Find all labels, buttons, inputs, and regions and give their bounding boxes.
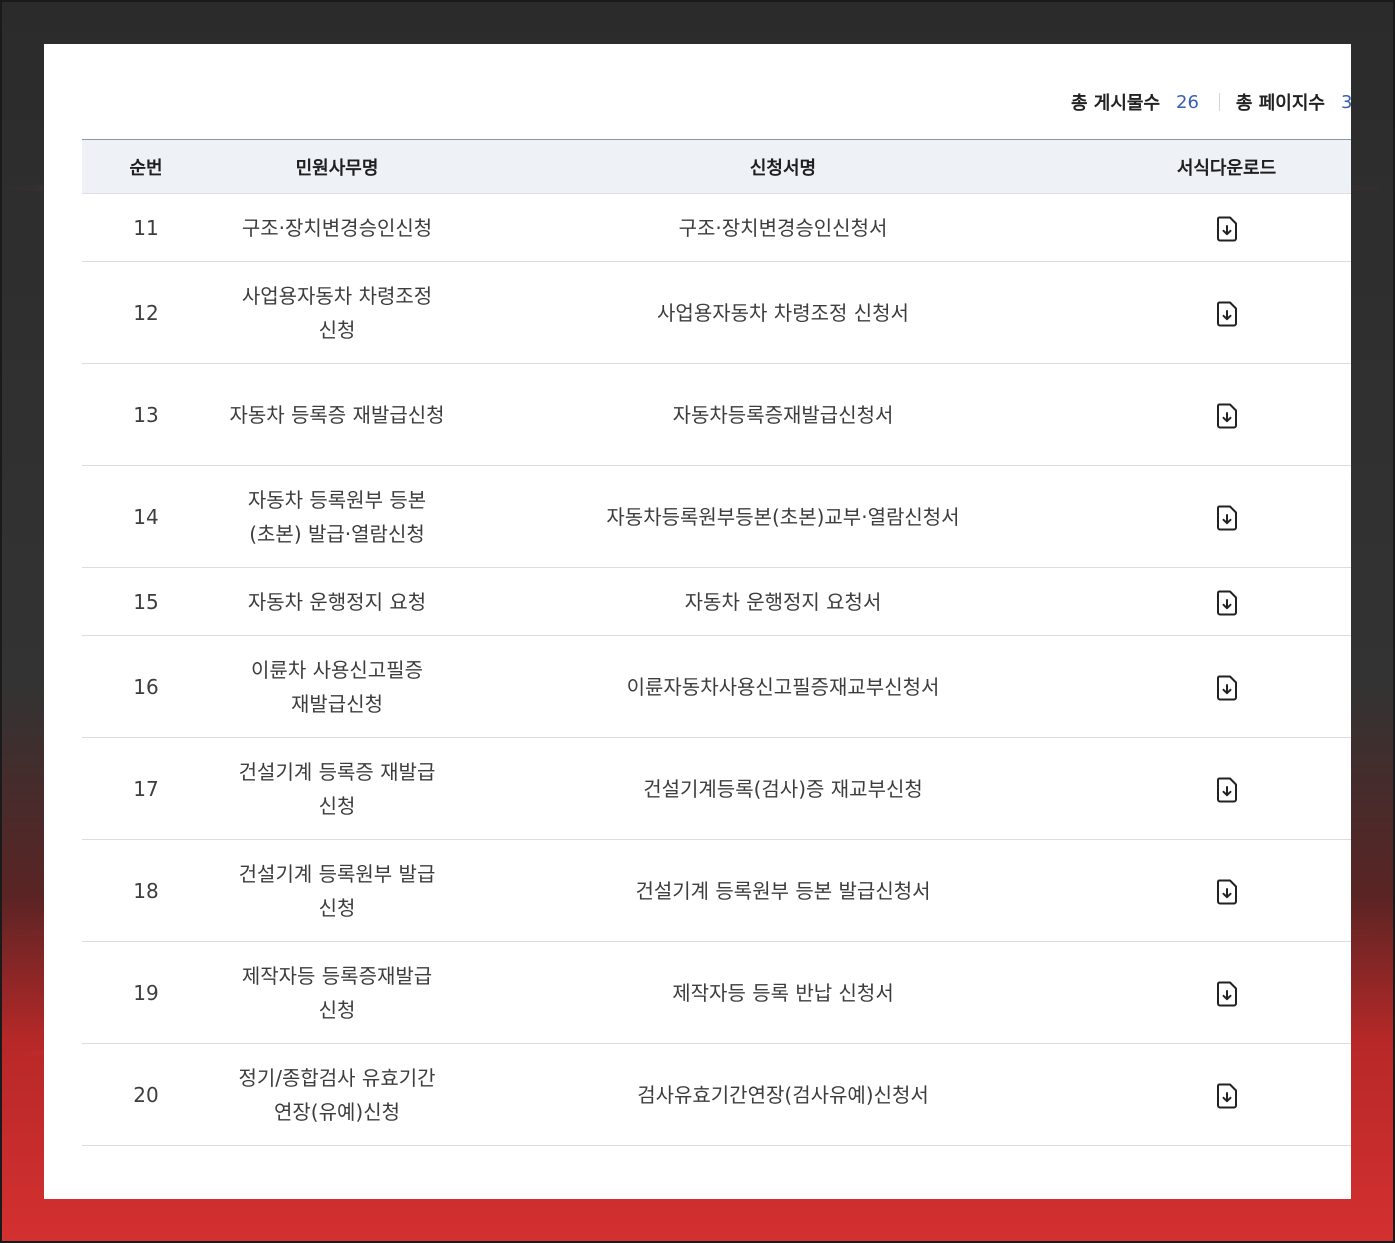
row-number: 20: [82, 1043, 210, 1146]
row-service-name: 건설기계 등록증 재발급 신청: [238, 759, 436, 818]
row-form-name: 건설기계 등록원부 등본 발급신청서: [464, 839, 1102, 942]
row-download-cell: [1102, 635, 1351, 738]
row-service-name: 자동차 운행정지 요청: [247, 589, 427, 614]
table-row: 13 자동차 등록증 재발급신청 자동차등록증재발급신청서: [82, 363, 1351, 466]
row-download-cell: [1102, 363, 1351, 466]
total-pages-label: 총 페이지수: [1235, 93, 1325, 114]
file-download-icon[interactable]: [1216, 879, 1238, 905]
table-row: 20 정기/종합검사 유효기간 연장(유예)신청 검사유효기간연장(검사유예)신청서: [82, 1043, 1351, 1146]
table-row: 14 자동차 등록원부 등본 (초본) 발급·열람신청 자동차등록원부등본(초본)교…: [82, 465, 1351, 568]
row-service-name-cell: 건설기계 등록원부 발급 신청: [210, 839, 464, 942]
header-number: 순번: [82, 139, 210, 194]
row-service-name: 사업용자동차 차령조정 신청: [241, 283, 433, 342]
row-download-cell: [1102, 567, 1351, 636]
content-panel: 총 게시물수 26 총 페이지수 3 순번 민원사무명 신청서명 서식다운로드 …: [44, 44, 1351, 1199]
row-service-name-cell: 건설기계 등록증 재발급 신청: [210, 737, 464, 840]
row-number: 19: [82, 941, 210, 1044]
row-service-name-cell: 자동차 운행정지 요청: [210, 567, 464, 636]
row-number: 17: [82, 737, 210, 840]
table-row: 15 자동차 운행정지 요청 자동차 운행정지 요청서: [82, 567, 1351, 636]
header-form-name: 신청서명: [464, 139, 1102, 194]
row-service-name: 구조·장치변경승인신청: [241, 215, 433, 240]
row-download-cell: [1102, 737, 1351, 840]
file-download-icon[interactable]: [1216, 981, 1238, 1007]
row-service-name: 건설기계 등록원부 발급 신청: [238, 861, 436, 920]
row-service-name: 제작자등 등록증재발급 신청: [241, 963, 433, 1022]
file-download-icon[interactable]: [1216, 590, 1238, 616]
row-service-name: 자동차 등록증 재발급신청: [229, 402, 445, 427]
row-number: 16: [82, 635, 210, 738]
file-download-icon[interactable]: [1216, 216, 1238, 242]
row-number: 14: [82, 465, 210, 568]
row-download-cell: [1102, 261, 1351, 364]
form-list-table: 순번 민원사무명 신청서명 서식다운로드 11 구조·장치변경승인신청 구조·장치변…: [82, 139, 1351, 1146]
table-row: 12 사업용자동차 차령조정 신청 사업용자동차 차령조정 신청서: [82, 261, 1351, 364]
row-service-name-cell: 제작자등 등록증재발급 신청: [210, 941, 464, 1044]
file-download-icon[interactable]: [1216, 1083, 1238, 1109]
row-download-cell: [1102, 941, 1351, 1044]
row-form-name: 자동차 운행정지 요청서: [464, 567, 1102, 636]
row-service-name-cell: 이륜차 사용신고필증 재발급신청: [210, 635, 464, 738]
row-form-name: 구조·장치변경승인신청서: [464, 193, 1102, 262]
file-download-icon[interactable]: [1216, 675, 1238, 701]
row-download-cell: [1102, 193, 1351, 262]
row-form-name: 검사유효기간연장(검사유예)신청서: [464, 1043, 1102, 1146]
row-form-name: 자동차등록원부등본(초본)교부·열람신청서: [464, 465, 1102, 568]
board-summary: 총 게시물수 26 총 페이지수 3: [1070, 90, 1351, 115]
file-download-icon[interactable]: [1216, 505, 1238, 531]
file-download-icon[interactable]: [1216, 403, 1238, 429]
row-form-name: 자동차등록증재발급신청서: [464, 363, 1102, 466]
row-number: 18: [82, 839, 210, 942]
row-form-name: 건설기계등록(검사)증 재교부신청: [464, 737, 1102, 840]
row-form-name: 제작자등 등록 반납 신청서: [464, 941, 1102, 1044]
summary-divider: [1218, 93, 1220, 111]
file-download-icon[interactable]: [1216, 777, 1238, 803]
row-service-name: 이륜차 사용신고필증 재발급신청: [251, 657, 423, 716]
row-form-name: 이륜자동차사용신고필증재교부신청서: [464, 635, 1102, 738]
row-number: 12: [82, 261, 210, 364]
row-download-cell: [1102, 1043, 1351, 1146]
file-download-icon[interactable]: [1216, 301, 1238, 327]
row-service-name-cell: 구조·장치변경승인신청: [210, 193, 464, 262]
row-service-name-cell: 사업용자동차 차령조정 신청: [210, 261, 464, 364]
table-row: 16 이륜차 사용신고필증 재발급신청 이륜자동차사용신고필증재교부신청서: [82, 635, 1351, 738]
row-number: 11: [82, 193, 210, 262]
header-service-name: 민원사무명: [210, 139, 464, 194]
total-posts-value: 26: [1176, 91, 1199, 113]
row-download-cell: [1102, 465, 1351, 568]
row-number: 15: [82, 567, 210, 636]
table-row: 11 구조·장치변경승인신청 구조·장치변경승인신청서: [82, 193, 1351, 262]
row-service-name: 정기/종합검사 유효기간 연장(유예)신청: [238, 1065, 436, 1124]
row-service-name-cell: 자동차 등록증 재발급신청: [210, 363, 464, 466]
total-pages-value: 3: [1341, 91, 1351, 113]
header-download: 서식다운로드: [1102, 139, 1351, 194]
row-service-name-cell: 자동차 등록원부 등본 (초본) 발급·열람신청: [210, 465, 464, 568]
table-header-row: 순번 민원사무명 신청서명 서식다운로드: [82, 139, 1351, 194]
table-row: 18 건설기계 등록원부 발급 신청 건설기계 등록원부 등본 발급신청서: [82, 839, 1351, 942]
table-row: 17 건설기계 등록증 재발급 신청 건설기계등록(검사)증 재교부신청: [82, 737, 1351, 840]
row-service-name: 자동차 등록원부 등본 (초본) 발급·열람신청: [247, 487, 427, 546]
row-service-name-cell: 정기/종합검사 유효기간 연장(유예)신청: [210, 1043, 464, 1146]
table-row: 19 제작자등 등록증재발급 신청 제작자등 등록 반납 신청서: [82, 941, 1351, 1044]
row-download-cell: [1102, 839, 1351, 942]
row-form-name: 사업용자동차 차령조정 신청서: [464, 261, 1102, 364]
row-number: 13: [82, 363, 210, 466]
total-posts-label: 총 게시물수: [1070, 93, 1161, 114]
